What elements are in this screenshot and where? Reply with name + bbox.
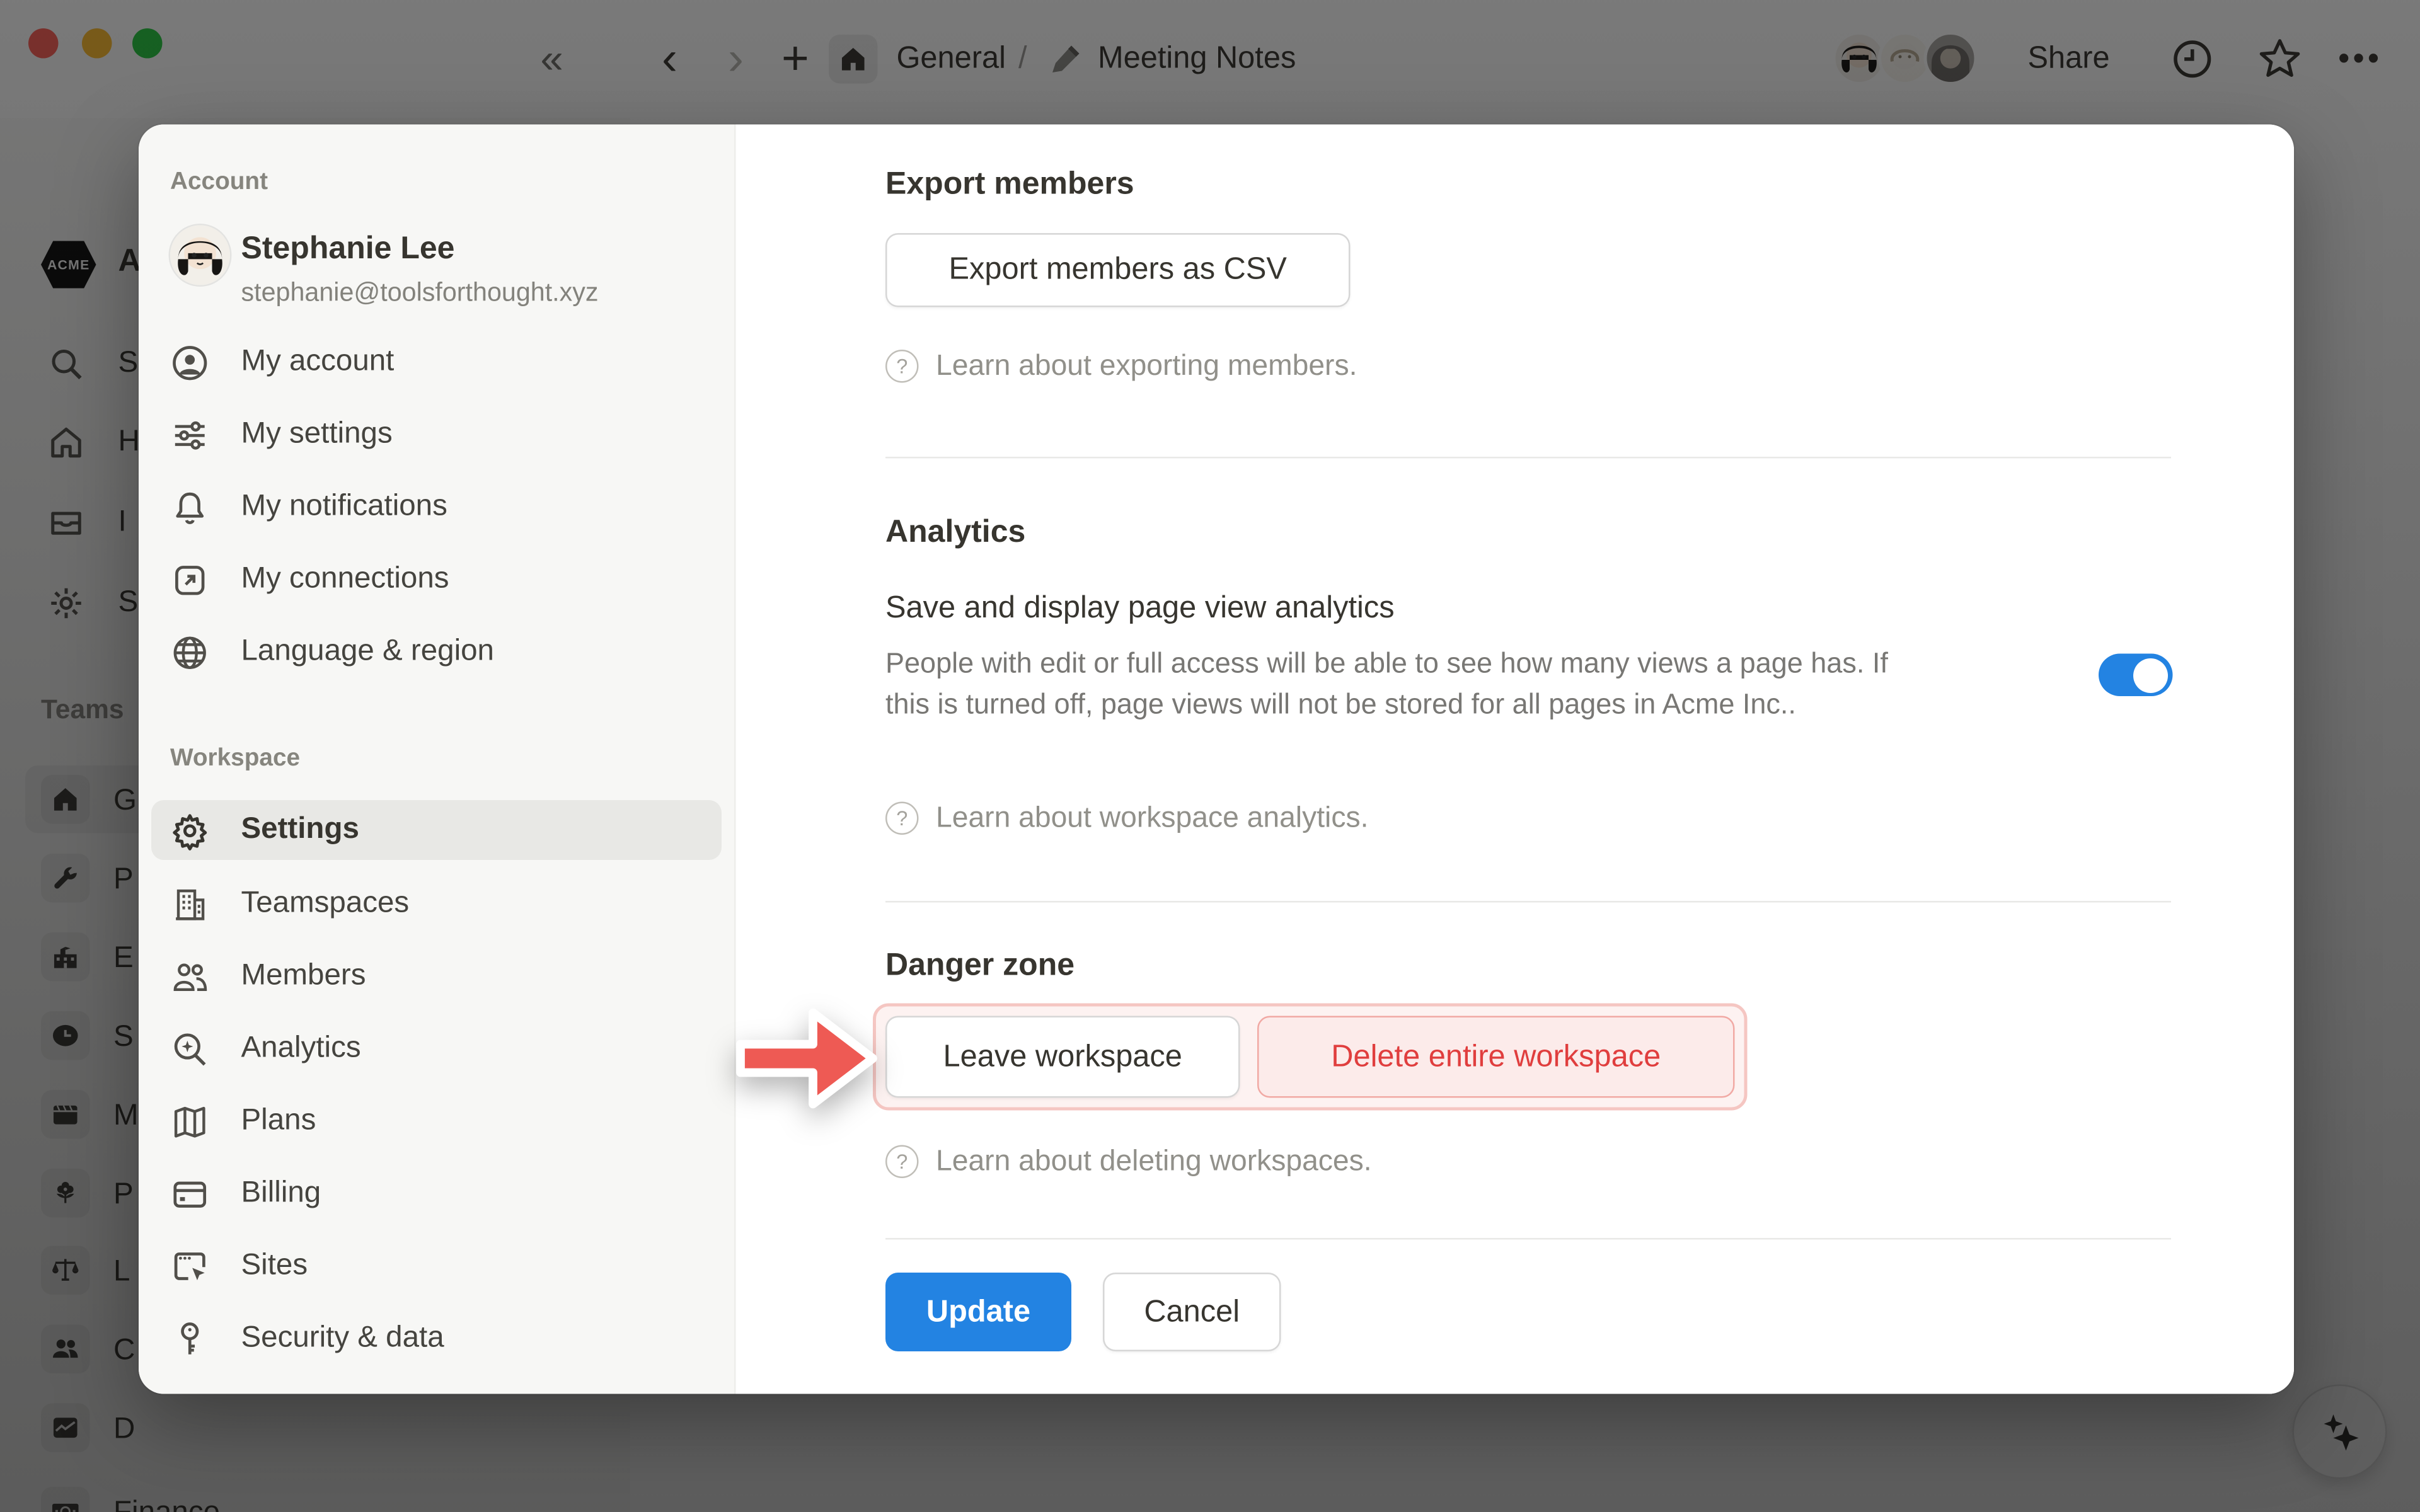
menu-item-members[interactable]: Members [139, 942, 734, 1011]
menu-item-language-region[interactable]: Language & region [139, 617, 734, 687]
menu-item-my-account[interactable]: My account [139, 328, 734, 397]
menu-item-plans[interactable]: Plans [139, 1087, 734, 1156]
menu-item-label: Sites [241, 1249, 308, 1284]
help-circle-icon: ? [885, 349, 919, 382]
menu-item-label: Language & region [241, 635, 494, 670]
account-section-header: Account [170, 169, 268, 197]
toggle-knob [2133, 658, 2168, 692]
danger-zone-container: Leave workspace Delete entire workspace [873, 1004, 1748, 1111]
help-text: Learn about deleting workspaces. [936, 1143, 1372, 1178]
export-members-csv-button[interactable]: Export members as CSV [885, 233, 1351, 307]
menu-item-label: My notifications [241, 490, 447, 525]
menu-item-analytics[interactable]: Analytics [139, 1014, 734, 1084]
help-text: Learn about workspace analytics. [936, 800, 1368, 835]
menu-item-label: Billing [241, 1177, 321, 1211]
key-icon [170, 1319, 210, 1359]
app-window: « ‹ › + General / Meeting Notes [0, 0, 2420, 1512]
menu-item-label: Members [241, 959, 366, 994]
annotation-arrow-icon [734, 999, 879, 1118]
help-circle-icon: ? [885, 1144, 919, 1177]
leave-workspace-button[interactable]: Leave workspace [885, 1016, 1240, 1098]
analytics-toggle[interactable] [2099, 654, 2173, 697]
update-button[interactable]: Update [885, 1273, 1071, 1351]
settings-modal-sidebar: Account Stephanie Lee stephanie@toolsfor… [139, 125, 736, 1394]
members-icon [170, 957, 210, 997]
map-icon [170, 1102, 210, 1142]
menu-item-label: Security & data [241, 1322, 444, 1356]
menu-item-settings[interactable]: Settings [139, 796, 734, 865]
person-circle-icon [170, 343, 210, 382]
browser-cursor-icon [170, 1247, 210, 1286]
help-text: Learn about exporting members. [936, 348, 1357, 383]
magnifier-sparkle-icon [170, 1029, 210, 1069]
section-divider [885, 901, 2171, 903]
learn-exporting-link[interactable]: ? Learn about exporting members. [885, 348, 1357, 383]
user-email: stephanie@toolsforthought.xyz [241, 279, 599, 309]
workspace-section-header: Workspace [170, 745, 300, 774]
help-circle-icon: ? [885, 801, 919, 834]
learn-analytics-link[interactable]: ? Learn about workspace analytics. [885, 800, 1368, 835]
user-avatar [170, 226, 230, 285]
menu-item-label: Analytics [241, 1032, 361, 1067]
credit-card-icon [170, 1174, 210, 1214]
sliders-icon [170, 415, 210, 455]
globe-icon [170, 633, 210, 672]
menu-item-label: My connections [241, 563, 449, 597]
external-link-icon [170, 560, 210, 600]
menu-item-label: Settings [241, 813, 359, 847]
page-view-analytics-description: People with edit or full access will be … [885, 644, 1925, 725]
gear-icon [170, 810, 210, 850]
building-icon [170, 885, 210, 924]
menu-item-billing[interactable]: Billing [139, 1159, 734, 1228]
menu-item-security-data[interactable]: Security & data [139, 1304, 734, 1373]
settings-modal: Account Stephanie Lee stephanie@toolsfor… [139, 125, 2294, 1394]
menu-item-label: Teamspaces [241, 887, 410, 922]
page-view-analytics-setting-title: Save and display page view analytics [885, 591, 1395, 627]
menu-item-teamspaces[interactable]: Teamspaces [139, 869, 734, 939]
menu-item-label: My account [241, 345, 395, 380]
section-divider [885, 1238, 2171, 1240]
menu-item-my-connections[interactable]: My connections [139, 545, 734, 614]
bell-icon [170, 488, 210, 527]
identity-building-icon [170, 1392, 210, 1394]
menu-item-sites[interactable]: Sites [139, 1232, 734, 1301]
settings-modal-content: Export members Export members as CSV ? L… [736, 125, 2295, 1394]
menu-item-my-notifications[interactable]: My notifications [139, 472, 734, 542]
menu-item-label: Plans [241, 1104, 316, 1139]
analytics-title: Analytics [885, 515, 1025, 552]
menu-item-label: My settings [241, 418, 393, 452]
delete-workspace-button[interactable]: Delete entire workspace [1257, 1016, 1735, 1098]
export-members-title: Export members [885, 167, 1134, 203]
learn-deleting-link[interactable]: ? Learn about deleting workspaces. [885, 1143, 1372, 1178]
cancel-button[interactable]: Cancel [1103, 1273, 1281, 1351]
section-divider [885, 457, 2171, 459]
menu-item-my-settings[interactable]: My settings [139, 400, 734, 469]
danger-zone-title: Danger zone [885, 948, 1075, 985]
user-name: Stephanie Lee [241, 232, 455, 268]
menu-item-identity-provisioning[interactable]: Identity & provisioning [139, 1377, 734, 1394]
